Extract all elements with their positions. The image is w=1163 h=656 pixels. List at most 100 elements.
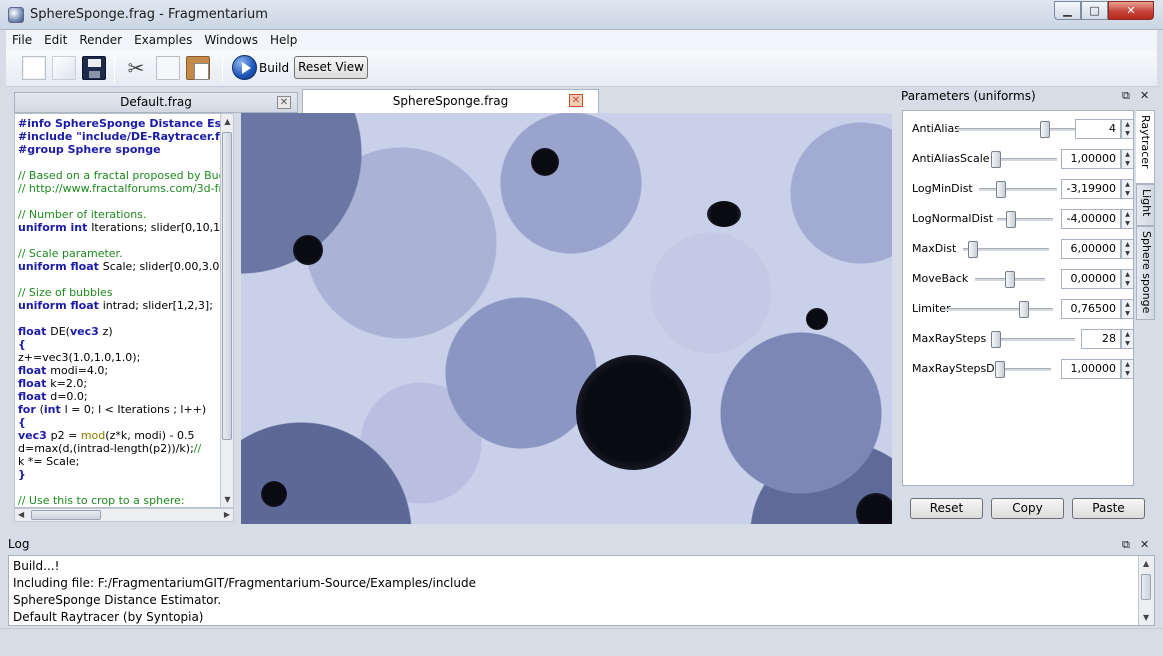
parameter-slider[interactable]	[991, 151, 1057, 168]
menu-render[interactable]: Render	[73, 30, 128, 51]
menu-file[interactable]: File	[6, 30, 38, 51]
paste-button[interactable]: Paste	[1072, 498, 1145, 519]
close-dock-icon[interactable]: ✕	[1140, 539, 1149, 551]
save-icon[interactable]	[82, 56, 106, 80]
editor-horizontal-scrollbar[interactable]: ◀ ▶	[14, 508, 234, 522]
menu-help[interactable]: Help	[264, 30, 303, 51]
render-viewport[interactable]	[241, 113, 892, 524]
tab-spheresponge-frag[interactable]: SphereSponge.frag ✕	[302, 89, 599, 113]
slider-handle[interactable]	[991, 151, 1001, 168]
spin-arrows-icon[interactable]: ▲ ▼	[1121, 299, 1134, 319]
close-tab-icon[interactable]: ✕	[277, 96, 291, 109]
window-title: SphereSponge.frag - Fragmentarium	[30, 7, 268, 22]
spin-arrows-icon[interactable]: ▲ ▼	[1121, 239, 1134, 259]
parameter-row: LogNormalDist -4,00000 ▲ ▼	[903, 207, 1135, 231]
parameter-slider[interactable]	[979, 181, 1057, 198]
slider-handle[interactable]	[991, 331, 1001, 348]
spin-arrows-icon[interactable]: ▲ ▼	[1121, 329, 1134, 349]
menu-examples[interactable]: Examples	[128, 30, 198, 51]
copy-icon[interactable]	[156, 56, 180, 80]
slider-handle[interactable]	[1006, 211, 1016, 228]
reset-button[interactable]: Reset	[910, 498, 983, 519]
scroll-up-icon[interactable]: ▲	[223, 117, 232, 126]
code-token: for	[18, 403, 40, 416]
close-tab-icon[interactable]: ✕	[569, 94, 583, 107]
reset-view-button[interactable]: Reset View	[294, 56, 368, 79]
scroll-up-icon[interactable]: ▲	[1143, 559, 1149, 568]
scroll-right-icon[interactable]: ▶	[224, 510, 230, 519]
scroll-down-icon[interactable]: ▼	[1143, 613, 1149, 622]
open-file-icon[interactable]	[52, 56, 76, 80]
tab-light[interactable]: Light	[1136, 184, 1155, 226]
spin-arrows-icon[interactable]: ▲ ▼	[1121, 209, 1134, 229]
log-dock-header: Log ⧉ ✕	[8, 536, 1158, 554]
code-token: // http://www.fractalforums.com/3d-fract	[18, 182, 234, 195]
code-line: d=max(d,(intrad-length(p2))/k);//	[18, 442, 201, 455]
parameter-slider[interactable]	[995, 361, 1051, 378]
parameter-slider[interactable]	[945, 301, 1053, 318]
menu-edit[interactable]: Edit	[38, 30, 73, 51]
parameter-spinbox[interactable]: 1,00000	[1061, 149, 1121, 169]
menu-windows[interactable]: Windows	[198, 30, 264, 51]
parameter-slider[interactable]	[991, 331, 1075, 348]
parameter-label: LogNormalDist	[912, 212, 994, 225]
editor-vertical-scrollbar[interactable]: ▲ ▼	[220, 113, 234, 508]
parameter-spinbox[interactable]: -3,19900	[1061, 179, 1121, 199]
spin-arrows-icon[interactable]: ▲ ▼	[1121, 179, 1134, 199]
spin-arrows-icon[interactable]: ▲ ▼	[1121, 269, 1134, 289]
scroll-left-icon[interactable]: ◀	[18, 510, 24, 519]
slider-handle[interactable]	[996, 181, 1006, 198]
parameter-slider[interactable]	[963, 241, 1049, 258]
parameter-slider[interactable]	[957, 121, 1077, 138]
log-line: Including file: F:/FragmentariumGIT/Frag…	[13, 576, 476, 590]
close-button[interactable]: ✕	[1108, 1, 1154, 20]
tab-sphere-sponge[interactable]: Sphere sponge	[1136, 226, 1155, 320]
code-line: // Number of iterations.	[18, 208, 146, 221]
scroll-thumb[interactable]	[222, 132, 232, 440]
float-dock-icon[interactable]: ⧉	[1122, 90, 1130, 102]
code-token: float	[18, 325, 51, 338]
parameter-slider[interactable]	[997, 211, 1053, 228]
parameter-spinbox[interactable]: 0,76500	[1061, 299, 1121, 319]
parameter-spinbox[interactable]: 28	[1081, 329, 1121, 349]
code-line: float modi=4.0;	[18, 364, 108, 377]
slider-handle[interactable]	[968, 241, 978, 258]
parameter-spinbox[interactable]: 0,00000	[1061, 269, 1121, 289]
spin-arrows-icon[interactable]: ▲ ▼	[1121, 149, 1134, 169]
code-token: uniform int	[18, 221, 92, 234]
tab-raytracer[interactable]: Raytracer	[1136, 110, 1155, 184]
log-scrollbar[interactable]: ▲ ▼	[1138, 556, 1154, 625]
slider-handle[interactable]	[995, 361, 1005, 378]
scroll-down-icon[interactable]: ▼	[223, 495, 232, 504]
tab-label: SphereSponge.frag	[392, 94, 509, 108]
tab-label: Default.frag	[120, 95, 192, 109]
close-dock-icon[interactable]: ✕	[1140, 90, 1149, 102]
scroll-thumb[interactable]	[1141, 574, 1151, 600]
spin-arrows-icon[interactable]: ▲ ▼	[1121, 359, 1134, 379]
maximize-button[interactable]: □	[1081, 1, 1108, 20]
parameter-label: AntiAliasScale	[912, 152, 990, 165]
editor-tab-bar: Default.frag ✕ SphereSponge.frag ✕	[10, 89, 602, 113]
minimize-button[interactable]: ▁	[1054, 1, 1081, 20]
parameter-spinbox[interactable]: 6,00000	[1061, 239, 1121, 259]
code-editor[interactable]: #info SphereSponge Distance Estim #includ…	[14, 113, 234, 508]
build-button-label[interactable]: Build	[259, 61, 289, 75]
parameter-slider[interactable]	[975, 271, 1045, 288]
slider-handle[interactable]	[1040, 121, 1050, 138]
slider-handle[interactable]	[1005, 271, 1015, 288]
paste-icon[interactable]	[186, 56, 210, 80]
float-dock-icon[interactable]: ⧉	[1122, 539, 1130, 551]
code-line: #group Sphere sponge	[18, 143, 161, 156]
copy-button[interactable]: Copy	[991, 498, 1064, 519]
build-icon[interactable]	[232, 55, 257, 80]
scroll-thumb[interactable]	[31, 510, 101, 520]
new-file-icon[interactable]	[22, 56, 46, 80]
slider-handle[interactable]	[1019, 301, 1029, 318]
parameter-spinbox[interactable]: 4	[1075, 119, 1121, 139]
code-token: // Based on a fractal proposed by Buddhi…	[18, 169, 234, 182]
parameter-spinbox[interactable]: 1,00000	[1061, 359, 1121, 379]
parameter-spinbox[interactable]: -4,00000	[1061, 209, 1121, 229]
cut-icon[interactable]: ✂	[124, 56, 148, 80]
tab-default-frag[interactable]: Default.frag ✕	[14, 92, 298, 113]
spin-arrows-icon[interactable]: ▲ ▼	[1121, 119, 1134, 139]
